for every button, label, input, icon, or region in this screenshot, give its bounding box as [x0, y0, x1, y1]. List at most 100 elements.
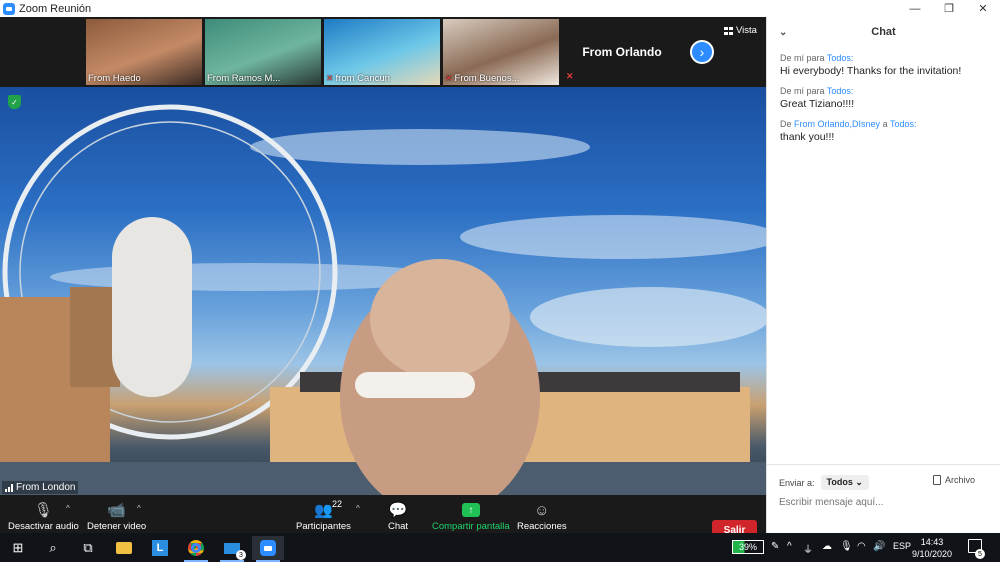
chat-message-input[interactable]: [779, 497, 989, 508]
clock-time: 14:43: [920, 537, 944, 547]
participant-name: From Haedo: [88, 73, 141, 84]
restore-button[interactable]: ❐: [932, 0, 966, 17]
encryption-shield-icon[interactable]: ✓: [8, 95, 21, 109]
reactions-button[interactable]: ☺ Reacciones: [517, 499, 567, 533]
muted-mic-icon: ✕: [566, 71, 574, 81]
video-scene: [0, 104, 766, 495]
microphone-icon[interactable]: 🎙: [840, 541, 853, 552]
mute-label: Desactivar audio: [8, 521, 79, 532]
video-options-caret[interactable]: ^: [137, 504, 141, 513]
active-speaker-label: From London: [2, 481, 79, 494]
participant-thumbnail[interactable]: From Haedo: [86, 19, 202, 85]
usb-icon[interactable]: ⏚: [803, 541, 813, 556]
video-label: Detener video: [87, 521, 147, 532]
message-recipient[interactable]: Todos:: [827, 86, 854, 96]
participant-name-tile[interactable]: ✕ From Orlando: [562, 19, 682, 85]
chrome-icon[interactable]: [180, 536, 212, 562]
message-prefix: De mí para: [780, 53, 825, 63]
speaker-name: From London: [16, 482, 76, 493]
participants-label: Participantes: [296, 521, 351, 532]
app-l-icon[interactable]: L: [144, 536, 176, 560]
mail-badge: 3: [236, 550, 246, 560]
chat-button[interactable]: 💬 Chat: [388, 499, 408, 532]
share-screen-button[interactable]: ↑ Compartir pantalla: [432, 499, 510, 532]
participants-options-caret[interactable]: ^: [356, 504, 360, 513]
participants-button[interactable]: 👥 Participantes: [296, 499, 351, 532]
participants-icon: 👥: [314, 502, 333, 519]
search-icon[interactable]: ⌕: [37, 536, 69, 560]
clock-date: 9/10/2020: [912, 549, 953, 559]
battery-indicator[interactable]: 39%: [732, 540, 764, 554]
participant-strip: From Haedo From Ramos M... ✕ from Cancun …: [0, 17, 766, 87]
message-recipient[interactable]: Todos:: [827, 53, 854, 63]
participant-name: From Orlando: [582, 45, 662, 59]
notifications-count: 5: [975, 549, 985, 559]
chevron-down-icon[interactable]: ⌄: [779, 27, 787, 38]
file-button[interactable]: Archivo: [932, 475, 975, 485]
view-button[interactable]: Vista: [724, 25, 757, 36]
participant-thumbnail[interactable]: From Ramos M...: [205, 19, 321, 85]
windows-start-icon[interactable]: ⊞: [2, 536, 34, 560]
title-bar: Zoom Reunión — ❐ ✕: [0, 0, 1000, 17]
video-camera-icon: 📹: [107, 502, 126, 519]
reactions-label: Reacciones: [517, 521, 567, 532]
muted-mic-icon: ✕: [445, 73, 453, 83]
message-recipient[interactable]: Todos:: [890, 119, 917, 129]
file-icon: [932, 475, 941, 485]
chat-header: ⌄ Chat: [767, 17, 1000, 47]
system-clock[interactable]: 14:43 9/10/2020: [912, 536, 952, 560]
send-to-label: Enviar a:: [779, 477, 815, 488]
message-prefix: De mí para: [780, 86, 825, 96]
minimize-button[interactable]: —: [898, 0, 932, 17]
chat-bubble-icon: 💬: [388, 502, 408, 519]
chat-message: De From Orlando,DIsney a Todos: thank yo…: [767, 119, 1000, 143]
share-screen-label: Compartir pantalla: [432, 521, 510, 532]
pen-icon[interactable]: ✎: [771, 541, 779, 552]
participant-thumbnail[interactable]: ✕ from Cancun: [324, 19, 440, 85]
muted-mic-icon: ✕: [326, 73, 334, 83]
language-indicator[interactable]: ESP: [893, 541, 911, 551]
file-explorer-icon[interactable]: [108, 536, 140, 560]
cloud-icon[interactable]: ☁: [822, 541, 832, 552]
message-prefix: De: [780, 119, 792, 129]
message-sender[interactable]: From Orlando,DIsney: [794, 119, 880, 129]
windows-taskbar: ⊞ ⌕ ⧉ L 3 39% ✎ ^ ⏚ ☁ 🎙 ◠ 🔊 ESP 14:43 9/…: [0, 533, 1000, 562]
chevron-down-icon: ⌄: [855, 477, 863, 487]
audio-options-caret[interactable]: ^: [66, 504, 70, 513]
meeting-area: From Haedo From Ramos M... ✕ from Cancun …: [0, 17, 766, 550]
chat-panel: ⌄ Chat De mí para Todos: Hi everybody! T…: [766, 17, 1000, 533]
close-button[interactable]: ✕: [966, 0, 1000, 17]
message-text: Hi everybody! Thanks for the invitation!: [780, 65, 962, 77]
chevron-up-icon[interactable]: ^: [787, 541, 792, 552]
grid-icon: [724, 26, 733, 35]
speaker-icon[interactable]: 🔊: [873, 541, 885, 552]
participant-name: from Cancun: [335, 73, 390, 84]
share-screen-icon: ↑: [461, 503, 480, 517]
chevron-right-icon: ›: [699, 44, 705, 60]
message-text: thank you!!!: [780, 131, 835, 143]
window-controls: — ❐ ✕: [898, 0, 1000, 17]
wifi-icon[interactable]: ◠: [857, 541, 866, 552]
chat-compose: Enviar a: Todos ⌄ Archivo: [767, 464, 1000, 533]
smiley-icon: ☺: [534, 501, 550, 519]
chat-message: De mí para Todos: Great Tiziano!!!!: [767, 86, 1000, 110]
next-page-button[interactable]: ›: [690, 40, 714, 64]
participants-count: 22: [332, 499, 343, 509]
zoom-app-icon: [3, 2, 15, 15]
message-middle: a: [882, 119, 888, 129]
participant-thumbnail[interactable]: ✕ From Buenos...: [443, 19, 559, 85]
participant-name: From Ramos M...: [207, 73, 281, 84]
chat-message: De mí para Todos: Hi everybody! Thanks f…: [767, 53, 1000, 77]
file-label: Archivo: [944, 475, 975, 485]
chat-label: Chat: [388, 521, 409, 532]
task-view-icon[interactable]: ⧉: [72, 536, 104, 560]
window-title: Zoom Reunión: [19, 2, 92, 15]
view-label: Vista: [736, 25, 757, 36]
main-video: ✓ From London: [0, 87, 766, 495]
microphone-icon: 🎙: [33, 502, 53, 519]
message-text: Great Tiziano!!!!: [780, 98, 855, 110]
mail-icon[interactable]: 3: [216, 536, 248, 562]
send-to-select[interactable]: Todos ⌄: [820, 475, 869, 490]
signal-icon: [5, 483, 13, 492]
zoom-taskbar-icon[interactable]: [252, 536, 284, 562]
